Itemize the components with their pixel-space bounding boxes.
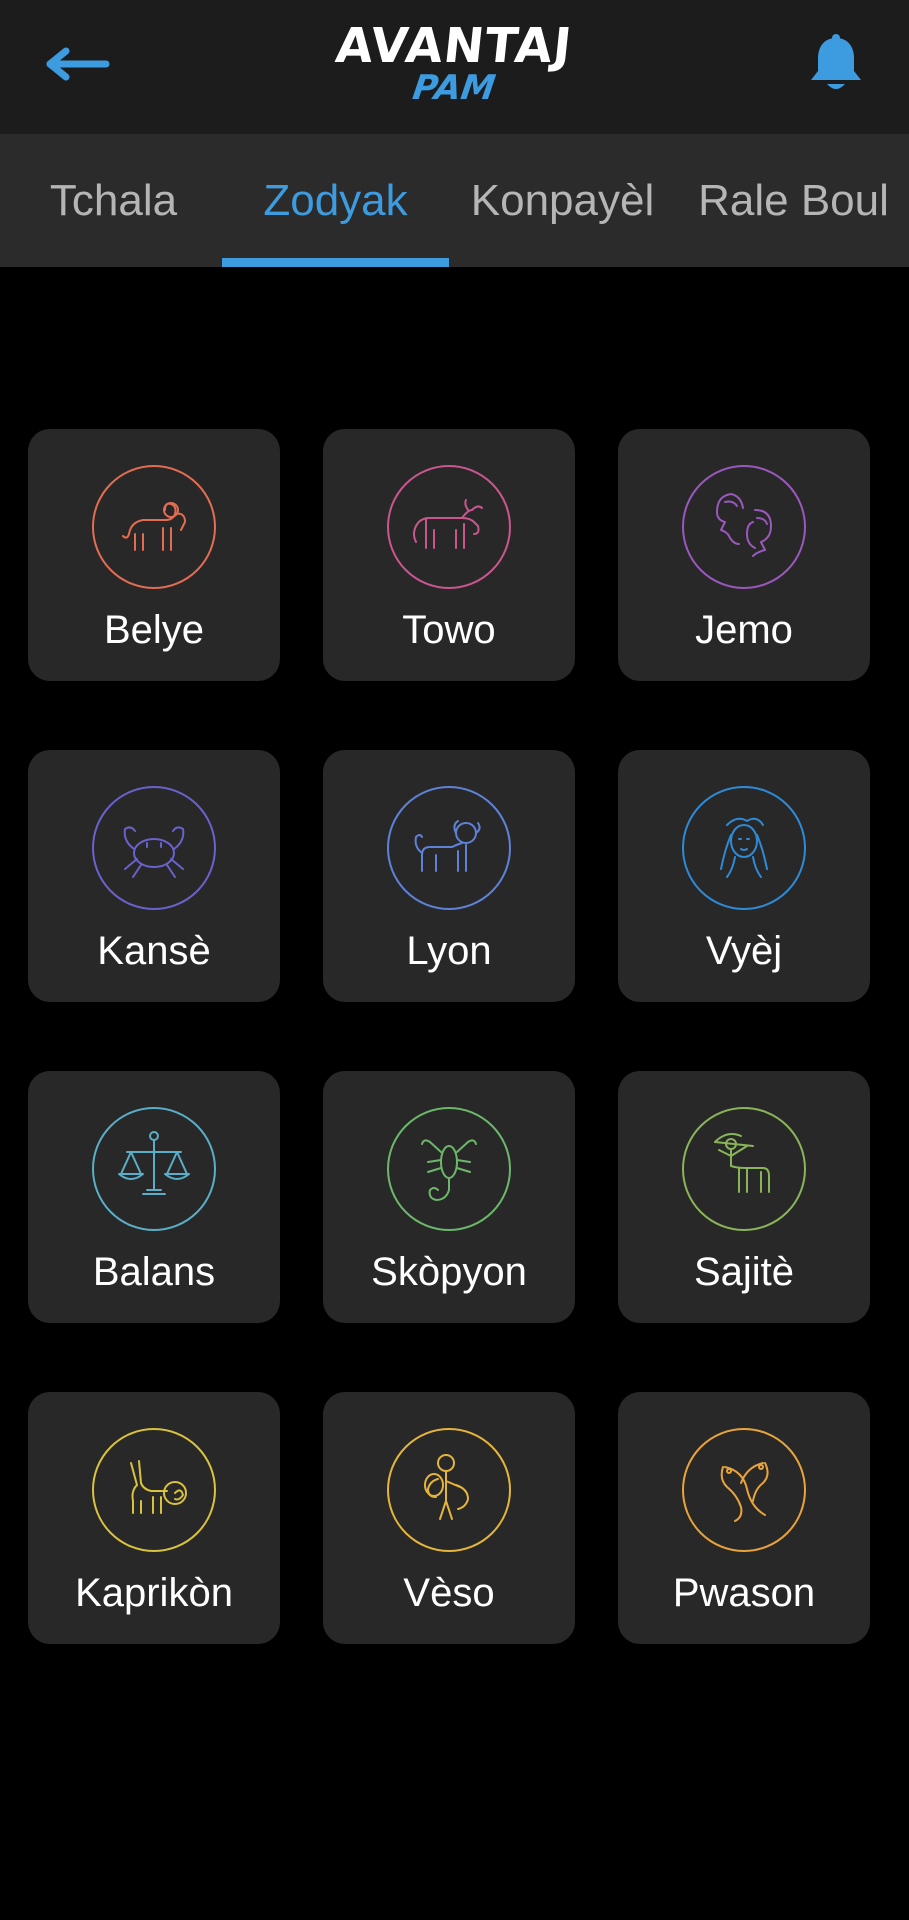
gemini-twins-icon	[682, 465, 806, 589]
tab-bar: Tchala Zodyak Konpayèl Rale Boul	[0, 134, 909, 267]
zodiac-card-label: Towo	[402, 608, 496, 652]
logo-sub-text: PAM	[410, 68, 498, 108]
zodiac-card-label: Lyon	[406, 929, 492, 973]
zodiac-card-label: Sajitè	[693, 1250, 795, 1294]
zodiac-card-label: Balans	[92, 1250, 216, 1294]
zodiac-card-label: Pwason	[672, 1571, 816, 1615]
tab-zodyak[interactable]: Zodyak	[222, 134, 449, 267]
zodiac-card-scorpio[interactable]: Skòpyon	[323, 1071, 575, 1323]
zodiac-card-pisces[interactable]: Pwason	[618, 1392, 870, 1644]
zodiac-card-virgo[interactable]: Vyèj	[618, 750, 870, 1002]
notifications-button[interactable]	[800, 28, 872, 100]
taurus-bull-icon	[387, 465, 511, 589]
tab-konpay-l[interactable]: Konpayèl	[449, 134, 676, 267]
cancer-crab-icon	[92, 786, 216, 910]
app-bar: AVANTAJ PAM	[0, 0, 909, 134]
zodiac-card-gemini[interactable]: Jemo	[618, 429, 870, 681]
zodiac-card-label: Vèso	[403, 1571, 495, 1615]
zodiac-card-label: Vyèj	[705, 929, 783, 973]
tab-rale-boul[interactable]: Rale Boul	[680, 134, 907, 267]
aquarius-water-bearer-icon	[387, 1428, 511, 1552]
zodiac-card-label: Kansè	[97, 929, 211, 973]
pisces-fish-icon	[682, 1428, 806, 1552]
libra-scales-icon	[92, 1107, 216, 1231]
zodiac-card-sagittarius[interactable]: Sajitè	[618, 1071, 870, 1323]
zodiac-card-label: Belye	[103, 608, 205, 652]
aries-ram-icon	[92, 465, 216, 589]
zodiac-card-leo[interactable]: Lyon	[323, 750, 575, 1002]
zodiac-card-cancer[interactable]: Kansè	[28, 750, 280, 1002]
capricorn-goat-icon	[92, 1428, 216, 1552]
logo-main-text: AVANTAJ	[332, 18, 576, 74]
tab-tchala[interactable]: Tchala	[0, 134, 227, 267]
zodiac-card-aquarius[interactable]: Vèso	[323, 1392, 575, 1644]
zodiac-card-libra[interactable]: Balans	[28, 1071, 280, 1323]
sagittarius-archer-icon	[682, 1107, 806, 1231]
zodiac-card-label: Kaprikòn	[75, 1571, 233, 1615]
app-logo: AVANTAJ PAM	[332, 18, 576, 116]
zodiac-card-capricorn[interactable]: Kaprikòn	[28, 1392, 280, 1644]
zodiac-card-aries[interactable]: Belye	[28, 429, 280, 681]
leo-lion-icon	[387, 786, 511, 910]
zodiac-card-label: Skòpyon	[371, 1250, 527, 1294]
arrow-left-icon	[46, 47, 110, 81]
virgo-maiden-icon	[682, 786, 806, 910]
zodiac-card-taurus[interactable]: Towo	[323, 429, 575, 681]
scorpio-scorpion-icon	[387, 1107, 511, 1231]
bell-icon	[811, 34, 861, 89]
back-button[interactable]	[40, 34, 116, 94]
zodiac-card-label: Jemo	[695, 608, 793, 652]
